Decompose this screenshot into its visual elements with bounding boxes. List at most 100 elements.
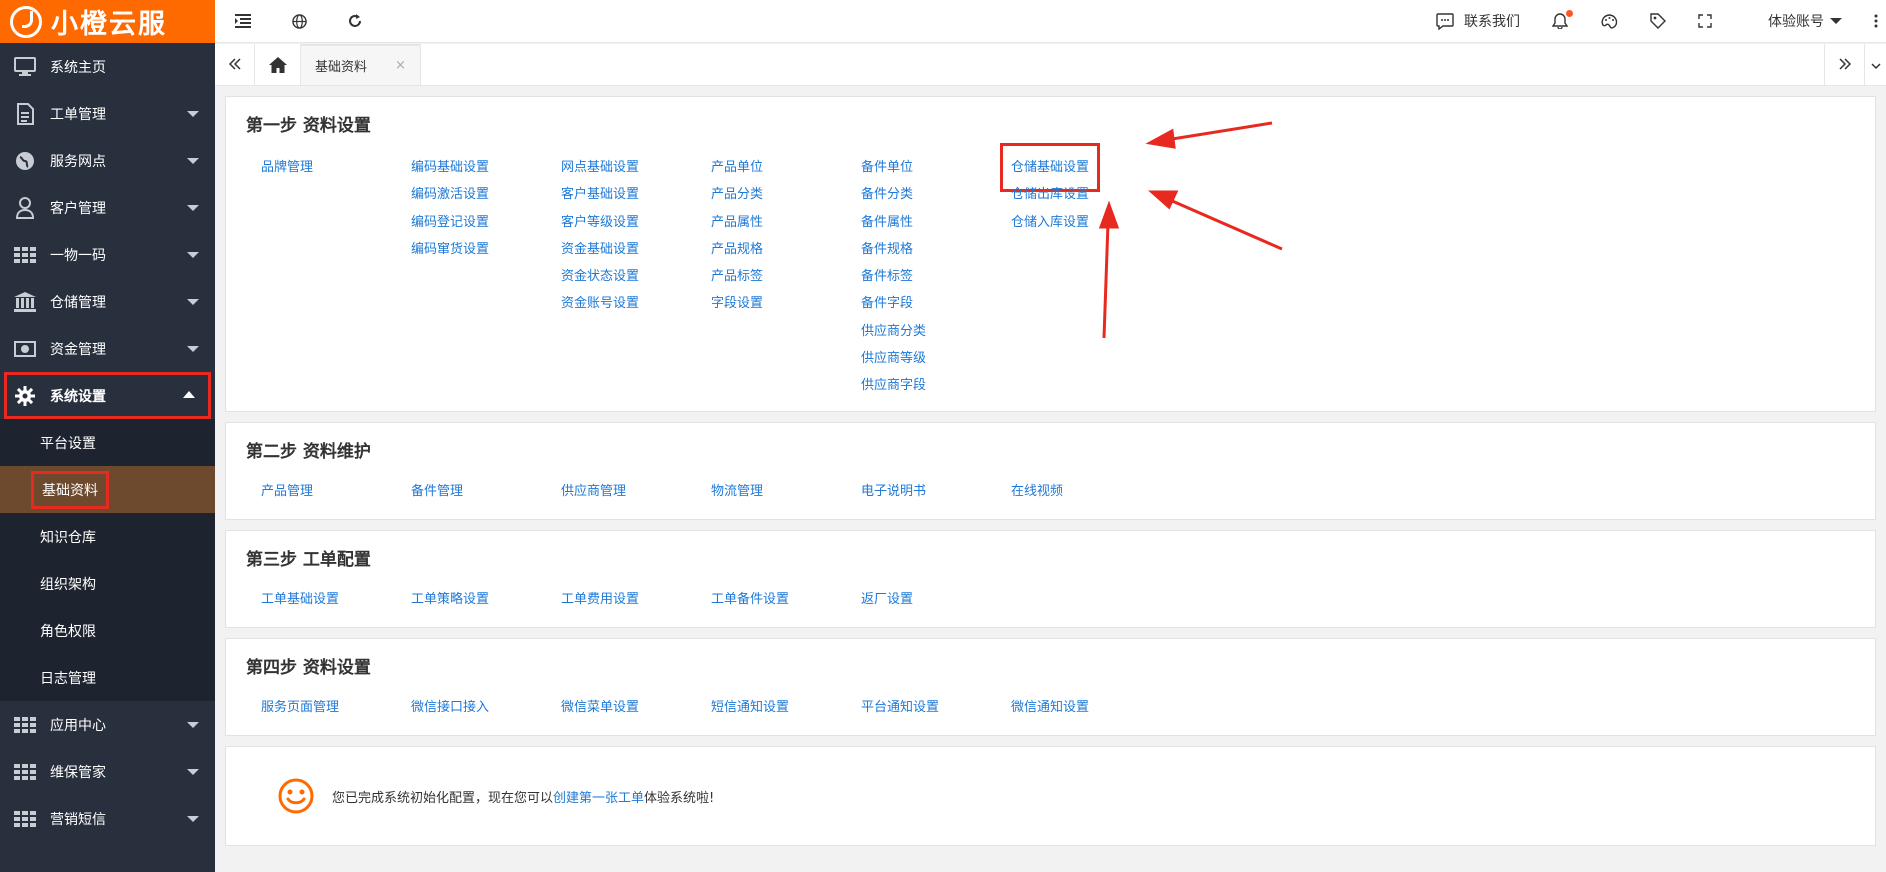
sidebar-item-label: 系统主页 bbox=[50, 59, 106, 76]
sidebar-item-label: 营销短信 bbox=[50, 811, 106, 828]
link-part-tag[interactable]: 备件标签 bbox=[861, 263, 1011, 290]
link-wechat-menu[interactable]: 微信菜单设置 bbox=[561, 696, 711, 715]
system-settings-submenu: 平台设置 基础资料 知识仓库 组织架构 角色权限 日志管理 bbox=[0, 419, 215, 701]
link-product-management[interactable]: 产品管理 bbox=[261, 480, 411, 499]
more-vertical-icon bbox=[1874, 14, 1878, 28]
create-first-workorder-link[interactable]: 创建第一张工单 bbox=[553, 787, 644, 806]
sidebar-item-funds[interactable]: 资金管理 bbox=[0, 325, 215, 372]
link-fund-status[interactable]: 资金状态设置 bbox=[561, 263, 711, 290]
link-part-category[interactable]: 备件分类 bbox=[861, 181, 1011, 208]
link-service-page[interactable]: 服务页面管理 bbox=[261, 696, 411, 715]
link-brand-management[interactable]: 品牌管理 bbox=[261, 154, 411, 181]
sidebar-item-sms-marketing[interactable]: 营销短信 bbox=[0, 795, 215, 842]
sidebar-item-home[interactable]: 系统主页 bbox=[0, 43, 215, 90]
sidebar-subitem-label: 基础资料 bbox=[31, 470, 109, 509]
main-content: 第一步 资料设置 品牌管理 编码基础设置 编码激活设置 编码登记设置 编码窜货设… bbox=[225, 96, 1876, 846]
link-part-spec[interactable]: 备件规格 bbox=[861, 236, 1011, 263]
globe-icon[interactable] bbox=[271, 0, 327, 43]
sidebar-subitem-knowledge[interactable]: 知识仓库 bbox=[0, 513, 215, 560]
sidebar-item-workorder[interactable]: 工单管理 bbox=[0, 90, 215, 137]
logo[interactable]: 小橙云服 bbox=[0, 0, 215, 43]
tag-button[interactable] bbox=[1634, 0, 1682, 43]
sidebar-item-maintenance[interactable]: 维保管家 bbox=[0, 748, 215, 795]
link-warehouse-basic[interactable]: 仓储基础设置 bbox=[999, 142, 1101, 193]
close-icon[interactable]: × bbox=[395, 58, 406, 73]
sidebar-item-system-settings[interactable]: 系统设置 bbox=[4, 372, 211, 419]
step1-title: 第一步 资料设置 bbox=[246, 116, 371, 136]
tag-icon bbox=[1650, 13, 1666, 29]
tabs-scroll-right-button[interactable] bbox=[1824, 44, 1864, 85]
fullscreen-button[interactable] bbox=[1682, 0, 1728, 43]
chat-icon bbox=[1436, 12, 1454, 30]
link-part-field[interactable]: 备件字段 bbox=[861, 290, 1011, 317]
link-workorder-strategy[interactable]: 工单策略设置 bbox=[411, 588, 561, 607]
more-menu-button[interactable] bbox=[1866, 0, 1886, 43]
top-bar: 联系我们 体验账号 bbox=[215, 0, 1886, 43]
tab-home[interactable] bbox=[255, 44, 301, 85]
link-part-management[interactable]: 备件管理 bbox=[411, 480, 561, 499]
link-wechat-api[interactable]: 微信接口接入 bbox=[411, 696, 561, 715]
link-column: 仓储基础设置 仓储出库设置 仓储入库设置 bbox=[999, 142, 1161, 400]
link-online-video[interactable]: 在线视频 bbox=[1011, 480, 1161, 499]
link-outlet-basic[interactable]: 网点基础设置 bbox=[561, 154, 711, 181]
link-logistics-management[interactable]: 物流管理 bbox=[711, 480, 861, 499]
link-code-diversion[interactable]: 编码窜货设置 bbox=[411, 236, 561, 263]
link-platform-notify[interactable]: 平台通知设置 bbox=[861, 696, 1011, 715]
link-supplier-management[interactable]: 供应商管理 bbox=[561, 480, 711, 499]
sidebar-item-one-code[interactable]: 一物一码 bbox=[0, 231, 215, 278]
link-workorder-parts[interactable]: 工单备件设置 bbox=[711, 588, 861, 607]
account-dropdown[interactable]: 体验账号 bbox=[1728, 0, 1866, 43]
link-workorder-basic[interactable]: 工单基础设置 bbox=[261, 588, 411, 607]
grid-icon bbox=[14, 714, 36, 736]
link-supplier-level[interactable]: 供应商等级 bbox=[861, 345, 1011, 372]
double-chevron-right-icon bbox=[1838, 54, 1851, 75]
sidebar-item-customers[interactable]: 客户管理 bbox=[0, 184, 215, 231]
link-workorder-fee[interactable]: 工单费用设置 bbox=[561, 588, 711, 607]
link-field-settings[interactable]: 字段设置 bbox=[711, 290, 861, 317]
theme-button[interactable] bbox=[1585, 0, 1634, 43]
link-sms-notify[interactable]: 短信通知设置 bbox=[711, 696, 861, 715]
tab-label: 基础资料 bbox=[315, 60, 368, 75]
sidebar-subitem-basic-data[interactable]: 基础资料 bbox=[0, 466, 215, 513]
sidebar-subitem-platform-settings[interactable]: 平台设置 bbox=[0, 419, 215, 466]
link-product-unit[interactable]: 产品单位 bbox=[711, 154, 861, 181]
caret-down-icon bbox=[187, 816, 199, 822]
link-part-unit[interactable]: 备件单位 bbox=[861, 154, 1011, 181]
notification-button[interactable] bbox=[1536, 0, 1585, 43]
link-supplier-category[interactable]: 供应商分类 bbox=[861, 318, 1011, 345]
link-product-tag[interactable]: 产品标签 bbox=[711, 263, 861, 290]
link-code-basic[interactable]: 编码基础设置 bbox=[411, 154, 561, 181]
link-part-attribute[interactable]: 备件属性 bbox=[861, 209, 1011, 236]
link-e-manual[interactable]: 电子说明书 bbox=[861, 480, 1011, 499]
link-wechat-notify[interactable]: 微信通知设置 bbox=[1011, 696, 1161, 715]
sidebar-subitem-logs[interactable]: 日志管理 bbox=[0, 654, 215, 701]
contact-us-button[interactable]: 联系我们 bbox=[1420, 0, 1536, 43]
refresh-icon[interactable] bbox=[327, 0, 383, 43]
link-fund-basic[interactable]: 资金基础设置 bbox=[561, 236, 711, 263]
sidebar-item-service-points[interactable]: 服务网点 bbox=[0, 137, 215, 184]
sidebar-subitem-roles[interactable]: 角色权限 bbox=[0, 607, 215, 654]
link-product-spec[interactable]: 产品规格 bbox=[711, 236, 861, 263]
caret-down-icon bbox=[187, 722, 199, 728]
link-warehouse-outbound[interactable]: 仓储出库设置 bbox=[1011, 181, 1161, 208]
tabs-scroll-left-button[interactable] bbox=[215, 44, 255, 85]
sidebar-item-warehouse[interactable]: 仓储管理 bbox=[0, 278, 215, 325]
tabs-dropdown-button[interactable] bbox=[1864, 44, 1886, 85]
link-fund-account[interactable]: 资金账号设置 bbox=[561, 290, 711, 317]
link-product-attribute[interactable]: 产品属性 bbox=[711, 209, 861, 236]
link-supplier-field[interactable]: 供应商字段 bbox=[861, 372, 1011, 399]
link-return-factory[interactable]: 返厂设置 bbox=[861, 588, 1011, 607]
link-warehouse-inbound[interactable]: 仓储入库设置 bbox=[1011, 209, 1161, 236]
link-customer-level[interactable]: 客户等级设置 bbox=[561, 209, 711, 236]
link-product-category[interactable]: 产品分类 bbox=[711, 181, 861, 208]
sidebar-subitem-organization[interactable]: 组织架构 bbox=[0, 560, 215, 607]
link-customer-basic[interactable]: 客户基础设置 bbox=[561, 181, 711, 208]
link-code-registration[interactable]: 编码登记设置 bbox=[411, 209, 561, 236]
step3-card: 第三步 工单配置 工单基础设置 工单策略设置 工单费用设置 工单备件设置 返厂设… bbox=[225, 530, 1876, 628]
tab-basic-data[interactable]: 基础资料 × bbox=[301, 44, 421, 85]
sidebar-item-app-center[interactable]: 应用中心 bbox=[0, 701, 215, 748]
menu-toggle-icon[interactable] bbox=[215, 0, 271, 43]
caret-down-icon bbox=[187, 205, 199, 211]
sidebar-item-label: 服务网点 bbox=[50, 153, 106, 170]
link-code-activation[interactable]: 编码激活设置 bbox=[411, 181, 561, 208]
